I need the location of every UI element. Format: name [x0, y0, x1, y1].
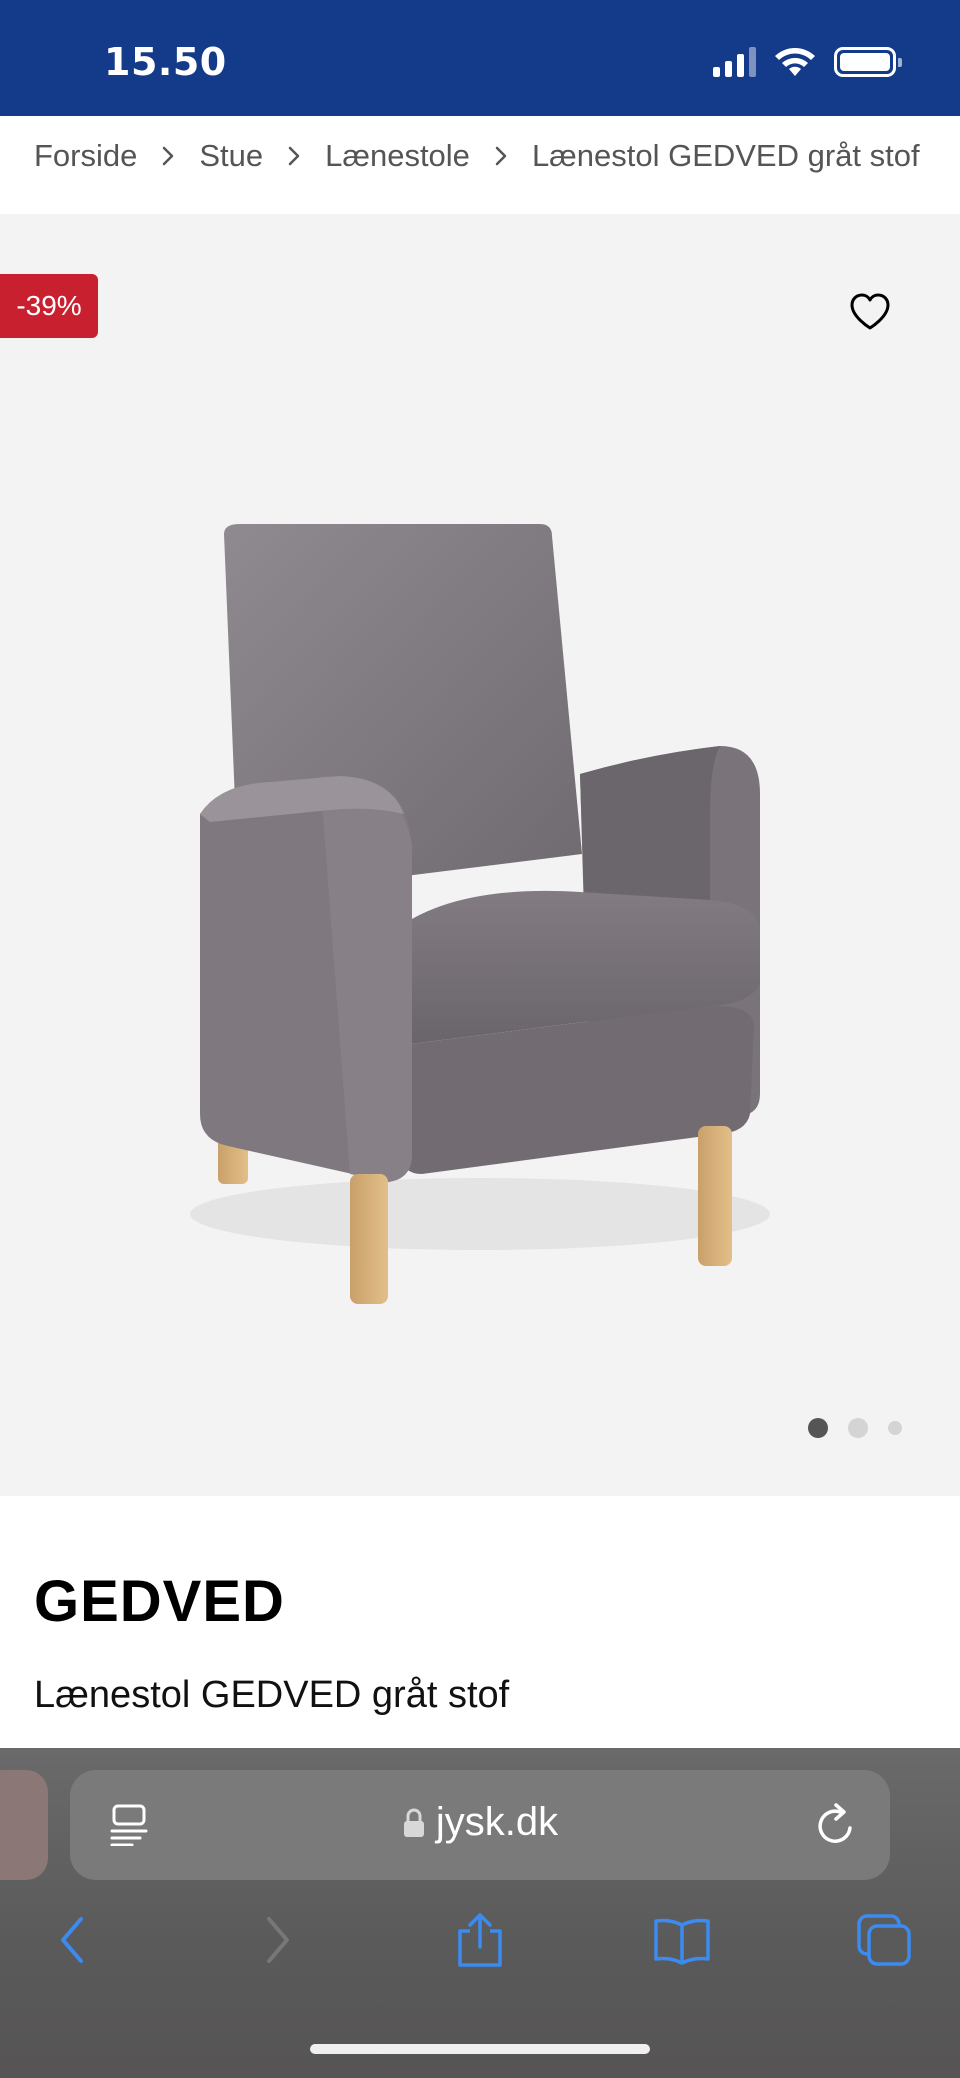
breadcrumb-item-stue[interactable]: Stue [199, 138, 263, 174]
status-bar: 15.50 [0, 0, 960, 116]
adjacent-tab-preview[interactable] [0, 1770, 48, 1880]
carousel-dot[interactable] [888, 1421, 902, 1435]
back-icon[interactable] [40, 1908, 104, 1972]
product-image-armchair [190, 524, 770, 1304]
cellular-signal-icon [713, 47, 756, 77]
reload-icon[interactable] [814, 1802, 858, 1848]
share-icon[interactable] [448, 1908, 512, 1972]
bookmarks-icon[interactable] [650, 1908, 714, 1972]
carousel-dots[interactable] [808, 1418, 902, 1438]
chevron-right-icon [494, 145, 508, 167]
product-gallery[interactable]: -39% [0, 214, 960, 1496]
browser-chrome: jysk.dk [0, 1748, 960, 2078]
chevron-right-icon [161, 145, 175, 167]
breadcrumb: Forside Stue Lænestole Lænestol GEDVED g… [34, 138, 920, 174]
breadcrumb-item-laenestole[interactable]: Lænestole [325, 138, 470, 174]
lock-icon [403, 1808, 424, 1837]
forward-icon[interactable] [246, 1908, 310, 1972]
battery-icon [834, 47, 902, 77]
chevron-right-icon [287, 145, 301, 167]
breadcrumb-item-forside[interactable]: Forside [34, 138, 137, 174]
url-display[interactable]: jysk.dk [70, 1800, 890, 1845]
carousel-dot-active[interactable] [808, 1418, 828, 1438]
breadcrumb-item-current: Lænestol GEDVED gråt stof [531, 138, 920, 173]
status-icons [713, 44, 902, 80]
heart-outline-icon[interactable] [848, 290, 892, 334]
address-bar[interactable]: jysk.dk [70, 1770, 890, 1880]
home-indicator[interactable] [310, 2044, 650, 2054]
product-title: GEDVED [34, 1569, 285, 1634]
carousel-dot[interactable] [848, 1418, 868, 1438]
product-description: Lænestol GEDVED gråt stof [34, 1674, 510, 1716]
discount-badge: -39% [0, 274, 98, 338]
status-time: 15.50 [104, 40, 227, 84]
browser-toolbar [0, 1908, 960, 1988]
url-text: jysk.dk [435, 1800, 559, 1844]
wifi-icon [775, 48, 815, 76]
tabs-icon[interactable] [852, 1908, 916, 1972]
